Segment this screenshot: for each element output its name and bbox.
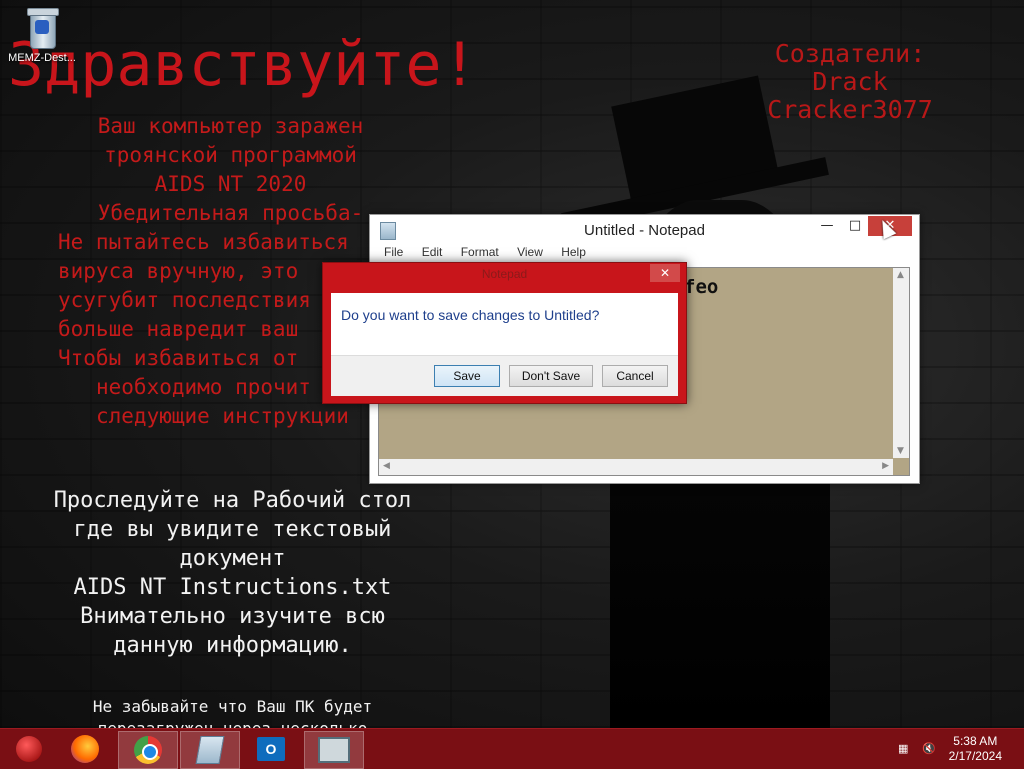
red-line: следующие инструкции xyxy=(96,404,349,428)
taskbar-remote-desktop[interactable] xyxy=(304,731,364,769)
white-line: Не забывайте что Ваш ПК будет xyxy=(92,697,373,716)
wallpaper-creators: Создатели: Drack Cracker3077 xyxy=(760,40,940,124)
firefox-icon xyxy=(71,735,99,763)
clock-date: 2/17/2024 xyxy=(948,749,1002,763)
white-line: AIDS NT Instructions.txt xyxy=(73,575,392,600)
scroll-left-arrow-icon[interactable]: ◀ xyxy=(383,461,390,471)
start-orb-icon xyxy=(16,736,42,762)
taskbar-outlook[interactable]: O xyxy=(242,731,300,767)
notepad-content: feo xyxy=(684,276,719,298)
notepad-icon xyxy=(195,736,225,764)
system-clock[interactable]: 5:38 AM 2/17/2024 xyxy=(949,734,1002,764)
network-icon[interactable]: ▦ xyxy=(898,742,912,755)
notepad-titlebar[interactable]: Untitled - Notepad — □ ✕ xyxy=(370,215,919,245)
dialog-close-button[interactable]: ✕ xyxy=(650,264,680,282)
white-line: данную информацию. xyxy=(113,633,352,658)
start-button[interactable] xyxy=(0,731,58,767)
minimize-button[interactable]: — xyxy=(812,216,842,236)
red-line: Убедительная просьба- xyxy=(97,201,364,225)
creator-name: Cracker3077 xyxy=(767,95,933,124)
white-line: где вы увидите текстовый xyxy=(73,517,392,542)
desktop-icon-label: MEMZ-Dest... xyxy=(8,52,76,64)
taskbar-notepad[interactable] xyxy=(180,731,240,769)
horizontal-scrollbar[interactable]: ◀ ▶ xyxy=(379,459,893,475)
wallpaper-white-text: Проследуйте на Рабочий стол где вы увиди… xyxy=(40,486,425,660)
outlook-icon: O xyxy=(257,737,285,761)
scroll-down-arrow-icon[interactable]: ▼ xyxy=(897,446,904,456)
cancel-button[interactable]: Cancel xyxy=(602,365,668,387)
dialog-message: Do you want to save changes to Untitled? xyxy=(341,307,600,323)
chrome-icon xyxy=(134,736,162,764)
red-line: AIDS NT 2020 xyxy=(154,172,307,196)
scroll-right-arrow-icon[interactable]: ▶ xyxy=(882,461,889,471)
taskbar: O ▦ 🔇 5:38 AM 2/17/2024 xyxy=(0,728,1024,769)
white-line: документ xyxy=(179,546,286,571)
menu-help[interactable]: Help xyxy=(561,245,586,259)
white-line: Проследуйте на Рабочий стол xyxy=(53,488,412,513)
clock-time: 5:38 AM xyxy=(953,734,998,748)
dialog-body: Do you want to save changes to Untitled? xyxy=(331,293,678,355)
maximize-button[interactable]: □ xyxy=(840,216,870,236)
menu-edit[interactable]: Edit xyxy=(422,245,443,259)
red-line: троянской программой xyxy=(104,143,357,167)
creators-heading: Создатели: xyxy=(774,39,926,68)
volume-muted-icon[interactable]: 🔇 xyxy=(922,742,936,755)
recycle-bin-icon xyxy=(25,6,59,49)
dialog-footer: Save Don't Save Cancel xyxy=(331,355,678,396)
resize-grip-icon[interactable] xyxy=(893,459,909,475)
red-line: Ваш компьютер заражен xyxy=(97,114,364,138)
save-button[interactable]: Save xyxy=(434,365,500,387)
taskbar-firefox[interactable] xyxy=(56,731,114,767)
dont-save-button[interactable]: Don't Save xyxy=(509,365,593,387)
remote-desktop-icon xyxy=(318,737,350,763)
menu-file[interactable]: File xyxy=(384,245,403,259)
desktop-icon-memz[interactable]: MEMZ-Dest... xyxy=(4,6,80,64)
scroll-up-arrow-icon[interactable]: ▲ xyxy=(897,270,904,280)
vertical-scrollbar[interactable]: ▲ ▼ xyxy=(893,268,909,458)
white-line: Внимательно изучите всю xyxy=(80,604,385,629)
dialog-title: Notepad xyxy=(481,267,528,281)
save-changes-dialog[interactable]: Notepad ✕ Do you want to save changes to… xyxy=(322,262,687,404)
taskbar-chrome[interactable] xyxy=(118,731,178,769)
menu-view[interactable]: View xyxy=(517,245,543,259)
red-line: Не пытайтесь избавиться xyxy=(58,230,349,254)
menu-format[interactable]: Format xyxy=(461,245,499,259)
creator-name: Drack xyxy=(812,67,888,96)
